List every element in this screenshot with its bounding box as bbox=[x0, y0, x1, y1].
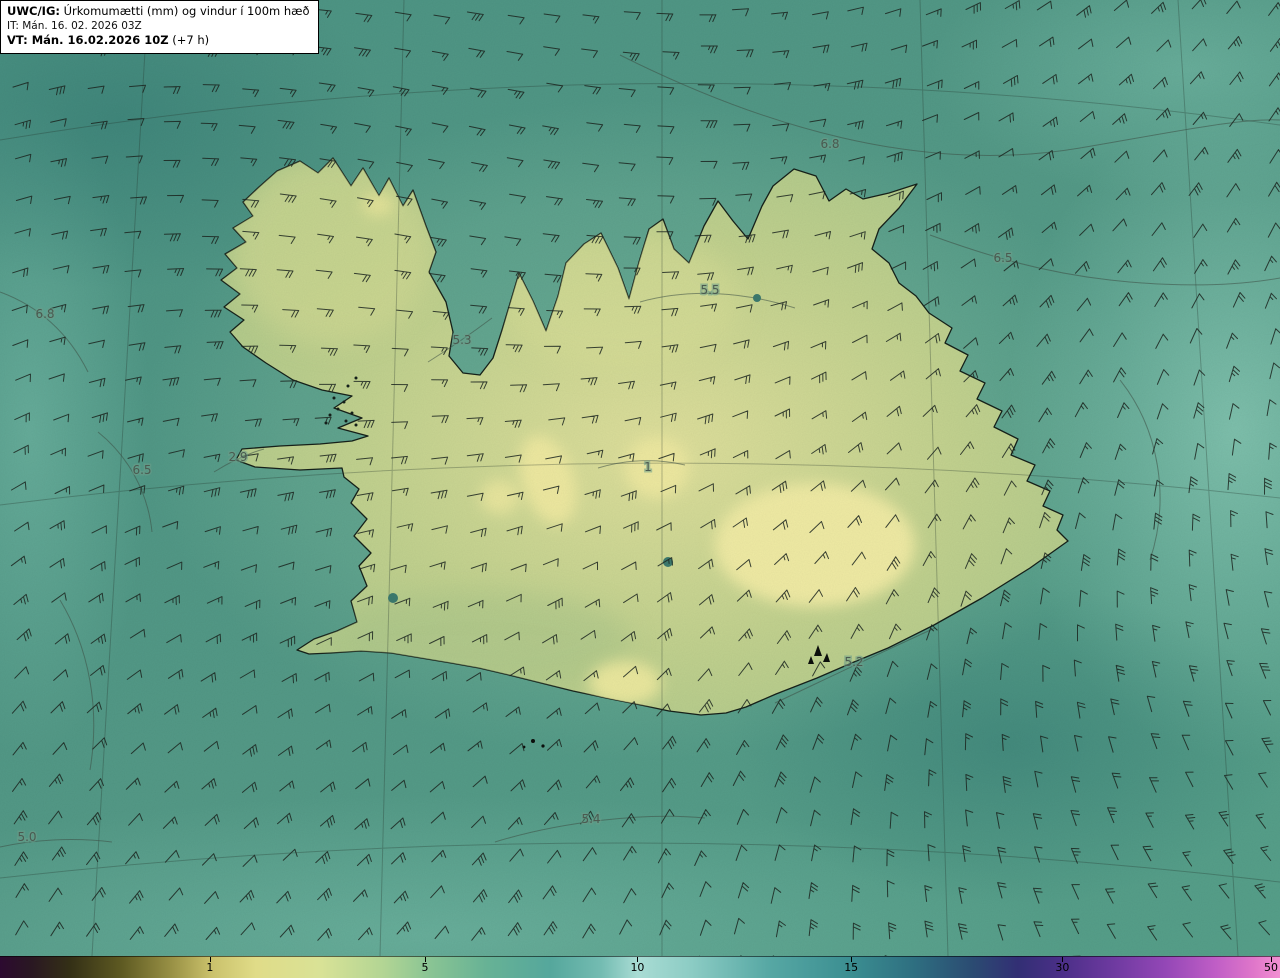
colorbar-tick-label: 1 bbox=[206, 961, 214, 974]
colorbar-tick-label: 10 bbox=[630, 961, 645, 974]
product-title: Úrkomumætti (mm) og vindur í 100m hæð bbox=[59, 4, 310, 18]
product-title-line: UWC/IG: Úrkomumætti (mm) og vindur í 100… bbox=[7, 4, 310, 19]
colorbar-tick-label: 50 bbox=[1264, 961, 1279, 974]
init-time-line: IT: Mán. 16. 02. 2026 03Z bbox=[7, 20, 142, 33]
colorbar-tick-label: 5 bbox=[421, 961, 429, 974]
product-label: UWC/IG: bbox=[7, 4, 60, 18]
map-info-box: UWC/IG: Úrkomumætti (mm) og vindur í 100… bbox=[0, 0, 319, 54]
weather-map-app: 6.86.55.55.36.82.96.515.25.45.0 UWC/IG: … bbox=[0, 0, 1280, 978]
stipple-texture bbox=[0, 0, 1280, 956]
valid-time: VT: Mán. 16.02.2026 10Z bbox=[7, 33, 169, 48]
colorbar-tick-label: 30 bbox=[1055, 961, 1070, 974]
colorbar: 1 5 10 15 30 50 bbox=[0, 956, 1280, 978]
colorbar-tick-label: 15 bbox=[844, 961, 859, 974]
map-canvas: 6.86.55.55.36.82.96.515.25.45.0 bbox=[0, 0, 1280, 956]
lead-time: (+7 h) bbox=[168, 33, 210, 48]
valid-time-line: VT: Mán. 16.02.2026 10Z (+7 h) bbox=[7, 33, 310, 48]
